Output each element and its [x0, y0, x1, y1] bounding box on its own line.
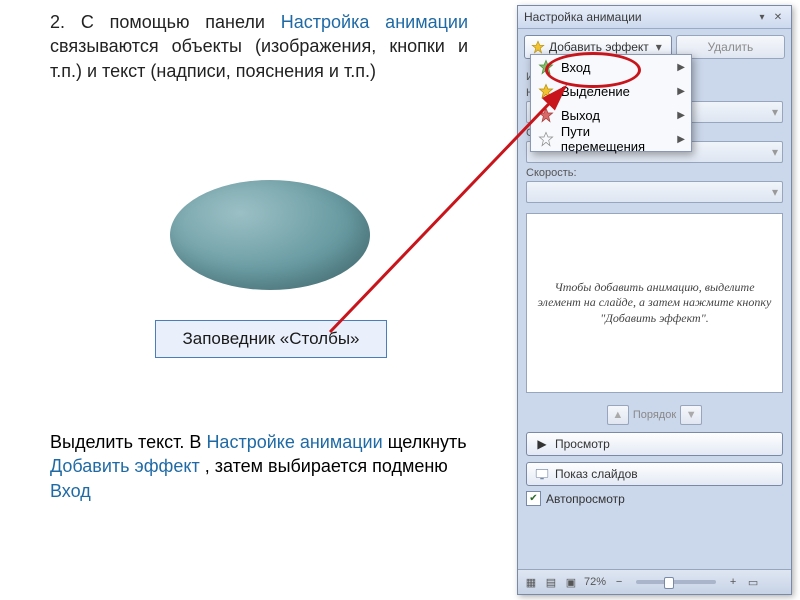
play-icon: ▶ [535, 437, 549, 451]
sample-textbox-text: Заповедник «Столбы» [182, 329, 359, 349]
view-slideshow-icon[interactable]: ▣ [564, 575, 578, 589]
arrow-up-icon: ▲ [612, 409, 623, 421]
p1-highlight: Настройка анимации [281, 12, 468, 32]
remove-label: Удалить [707, 40, 753, 54]
zoom-minus-icon[interactable]: − [612, 575, 626, 589]
pane-close-icon[interactable]: ✕ [771, 10, 785, 24]
app-status-bar: ▦ ▤ ▣ 72% − + ▭ [518, 569, 791, 594]
main-paragraph: 2. С помощью панели Настройка анимации с… [50, 10, 468, 83]
chevron-right-icon: ▶ [677, 110, 685, 121]
menu-emphasis-label: Выделение [561, 84, 630, 99]
view-sorter-icon[interactable]: ▤ [544, 575, 558, 589]
chevron-down-icon: ▾ [653, 40, 665, 54]
move-down-button[interactable]: ▼ [680, 405, 702, 425]
placeholder-text: Чтобы добавить анимацию, выделите элемен… [537, 280, 772, 327]
sample-textbox: Заповедник «Столбы» [155, 320, 387, 358]
chevron-right-icon: ▶ [677, 134, 685, 145]
chevron-down-icon: ▾ [772, 105, 778, 119]
p2-seg1: Выделить текст. В [50, 432, 206, 452]
menu-entrance-label: Вход [561, 60, 590, 75]
screen-icon [535, 467, 549, 481]
pane-menu-arrow-icon[interactable]: ▾ [755, 10, 769, 24]
menu-exit-label: Выход [561, 108, 600, 123]
instruction-paragraph: Выделить текст. В Настройке анимации щел… [50, 430, 468, 503]
p1-seg1: 2. С помощью панели [50, 12, 281, 32]
remove-button[interactable]: Удалить [676, 35, 785, 59]
star-icon [531, 40, 545, 54]
menu-motion-label: Пути перемещения [561, 124, 677, 154]
add-effect-label: Добавить эффект [549, 40, 649, 54]
p1-seg2: связываются объекты (изображения, кнопки… [50, 36, 468, 80]
menu-entrance[interactable]: Вход ▶ [531, 55, 691, 79]
slideshow-button[interactable]: Показ слайдов [526, 462, 783, 486]
p2-hl1: Настройке анимации [206, 432, 382, 452]
checkbox-icon: ✔ [526, 491, 541, 506]
exit-icon [537, 106, 555, 124]
autopreview-row[interactable]: ✔ Автопросмотр [518, 489, 791, 508]
p2-hl2: Добавить эффект [50, 456, 200, 476]
effect-submenu: Вход ▶ Выделение ▶ Выход ▶ Пути перемеще… [530, 54, 692, 152]
zoom-slider[interactable] [636, 580, 716, 584]
pane-header: Настройка анимации ▾ ✕ [518, 6, 791, 29]
preview-button[interactable]: ▶ Просмотр [526, 432, 783, 456]
sample-oval-shape [170, 180, 370, 290]
fit-icon[interactable]: ▭ [746, 575, 760, 589]
emphasis-icon [537, 82, 555, 100]
p2-seg2: щелкнуть [388, 432, 467, 452]
entrance-icon [537, 58, 555, 76]
reorder-row: ▲ Порядок ▼ [518, 401, 791, 429]
zoom-thumb[interactable] [664, 577, 674, 589]
autopreview-label: Автопросмотр [546, 492, 625, 506]
menu-motion-path[interactable]: Пути перемещения ▶ [531, 127, 691, 151]
zoom-plus-icon[interactable]: + [726, 575, 740, 589]
p2-seg3: , затем выбирается подменю [205, 456, 448, 476]
motion-path-icon [537, 130, 555, 148]
menu-emphasis[interactable]: Выделение ▶ [531, 79, 691, 103]
speed-field[interactable]: ▾ [526, 181, 783, 203]
order-label: Порядок [633, 409, 676, 421]
animation-list-placeholder: Чтобы добавить анимацию, выделите элемен… [526, 213, 783, 393]
chevron-right-icon: ▶ [677, 86, 685, 97]
prop-speed-section: Скорость: ▾ [526, 167, 783, 203]
view-normal-icon[interactable]: ▦ [524, 575, 538, 589]
pane-title: Настройка анимации [524, 10, 642, 24]
arrow-down-icon: ▼ [686, 409, 697, 421]
slideshow-label: Показ слайдов [555, 467, 638, 481]
chevron-down-icon: ▾ [772, 145, 778, 159]
p2-hl3: Вход [50, 481, 91, 501]
preview-label: Просмотр [555, 437, 610, 451]
chevron-right-icon: ▶ [677, 62, 685, 73]
speed-label: Скорость: [526, 167, 783, 179]
move-up-button[interactable]: ▲ [607, 405, 629, 425]
zoom-value: 72% [584, 576, 606, 588]
chevron-down-icon: ▾ [772, 185, 778, 199]
